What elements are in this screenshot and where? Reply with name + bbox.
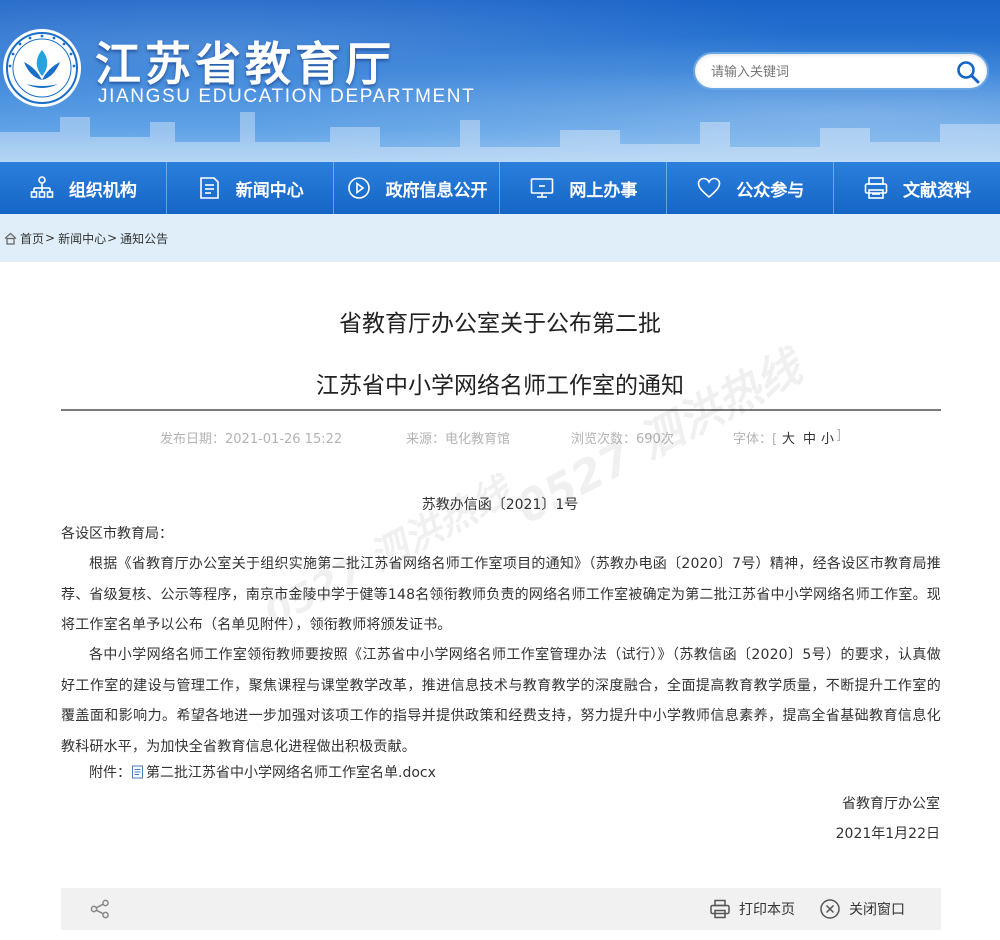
nav-item-news[interactable]: 新闻中心: [167, 162, 334, 214]
document-file-icon: [132, 765, 143, 779]
print-page-button[interactable]: 打印本页: [709, 898, 795, 920]
site-subtitle: JIANGSU EDUCATION DEPARTMENT: [98, 86, 476, 107]
breadcrumb-home-link[interactable]: 首页: [20, 230, 44, 247]
publish-date: 发布日期：2021-01-26 15:22: [160, 432, 343, 447]
play-circle-icon: [347, 177, 370, 199]
font-size-medium-button[interactable]: 中: [803, 428, 816, 447]
nav-item-label: 公众参与: [736, 180, 805, 201]
article-source: 来源：电化教育馆: [406, 432, 511, 447]
monitor-icon: [531, 178, 554, 198]
site-header: 江苏省教育厅 JIANGSU EDUCATION DEPARTMENT: [0, 0, 1000, 162]
education-department-logo[interactable]: [2, 28, 82, 108]
article-toolbar: 打印本页 关闭窗口: [61, 888, 941, 930]
org-chart-icon: [30, 176, 54, 198]
search-input[interactable]: [711, 62, 941, 82]
article-title-line1: 省教育厅办公室关于公布第二批: [339, 311, 661, 337]
view-count: 浏览次数：690次: [571, 432, 674, 447]
breadcrumb-news-link[interactable]: 新闻中心: [58, 230, 106, 247]
article-title-line2: 江苏省中小学网络名师工作室的通知: [316, 373, 684, 399]
nav-item-label: 组织机构: [68, 180, 137, 201]
nav-item-online-service[interactable]: 网上办事: [500, 162, 668, 214]
close-window-button[interactable]: 关闭窗口: [819, 898, 905, 920]
nav-item-label: 新闻中心: [235, 180, 304, 201]
breadcrumb-separator: >: [107, 231, 118, 245]
article-meta: 发布日期：2021-01-26 15:22 来源：电化教育馆 浏览次数：690次…: [0, 428, 1000, 448]
signature-date: 2021年1月22日: [835, 826, 940, 842]
attachment-label: 附件：: [89, 765, 131, 781]
nav-item-label: 文献资料: [903, 180, 972, 201]
font-size-bracket: ]: [836, 428, 842, 443]
share-icon[interactable]: [89, 898, 111, 920]
body-paragraph: 各中小学网络名师工作室领衔教师要按照《江苏省中小学网络名师工作室管理办法（试行）…: [61, 647, 941, 755]
breadcrumb-separator: >: [45, 231, 56, 245]
nav-item-organization[interactable]: 组织机构: [0, 162, 167, 214]
heart-icon: [697, 177, 721, 199]
main-nav: 组织机构 新闻中心 政府信息公开 网上办事 公众参与 文献资料: [0, 162, 1000, 214]
salutation: 各设区市教育局：: [61, 526, 173, 542]
font-size-label: 字体：[: [733, 432, 778, 447]
site-title: 江苏省教育厅: [95, 37, 395, 91]
nav-item-gov-info[interactable]: 政府信息公开: [334, 162, 501, 214]
font-size-large-button[interactable]: 大: [782, 428, 795, 447]
newspaper-icon: [199, 177, 219, 199]
attachment-row: 附件： 第二批江苏省中小学网络名师工作室名单.docx: [89, 762, 436, 782]
breadcrumb-current-link[interactable]: 通知公告: [120, 230, 168, 247]
close-window-label: 关闭窗口: [849, 902, 905, 918]
home-icon: [4, 232, 17, 245]
attachment-file-link[interactable]: 第二批江苏省中小学网络名师工作室名单.docx: [146, 762, 436, 782]
search-box: [693, 52, 989, 90]
nav-item-documents[interactable]: 文献资料: [834, 162, 1000, 214]
signature-organization: 省教育厅办公室: [842, 796, 940, 812]
body-paragraph: 根据《省教育厅办公室关于组织实施第二批江苏省网络名师工作室项目的通知》（苏教办电…: [61, 556, 941, 633]
close-circle-icon: [820, 899, 840, 919]
nav-item-label: 政府信息公开: [385, 180, 488, 201]
printer-icon: [864, 177, 888, 199]
document-number: 苏教办信函〔2021〕1号: [421, 497, 579, 513]
nav-item-label: 网上办事: [569, 180, 638, 201]
print-page-label: 打印本页: [739, 902, 795, 918]
article-container: 省教育厅办公室关于公布第二批 江苏省中小学网络名师工作室的通知 发布日期：202…: [0, 262, 1000, 940]
breadcrumb: 首页 > 新闻中心 > 通知公告: [0, 214, 1000, 262]
printer-icon: [710, 899, 730, 919]
search-icon[interactable]: [955, 59, 981, 85]
font-size-small-button[interactable]: 小: [821, 428, 834, 447]
title-divider: [61, 409, 941, 411]
nav-item-public-participation[interactable]: 公众参与: [667, 162, 835, 214]
